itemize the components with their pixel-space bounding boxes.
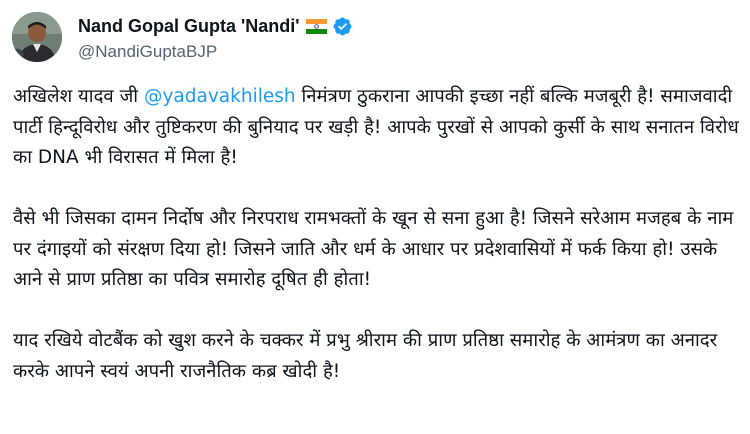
tweet-paragraph-3: याद रखिये वोटबैंक को खुश करने के चक्कर म… [13,330,718,382]
tweet-paragraph-1: अखिलेश यादव जी @yadavakhilesh निमंत्रण ठ… [13,82,745,174]
mention-link[interactable]: @yadavakhilesh [144,86,296,107]
tweet: Nand Gopal Gupta 'Nandi' @NandiGuptaBJP … [0,0,750,434]
india-flag-icon [305,18,327,34]
tweet-text: अखिलेश यादव जी @yadavakhilesh निमंत्रण ठ… [13,82,745,418]
tweet-header: Nand Gopal Gupta 'Nandi' @NandiGuptaBJP [78,14,740,62]
author-display-name[interactable]: Nand Gopal Gupta 'Nandi' [78,16,300,37]
author-handle[interactable]: @NandiGuptaBJP [78,42,740,62]
tweet-paragraph-2: वैसे भी जिसका दामन निर्दोष और निरपराध रा… [13,208,734,290]
verified-badge-icon[interactable] [332,16,353,37]
author-name-row: Nand Gopal Gupta 'Nandi' [78,14,740,38]
avatar[interactable] [12,12,62,62]
paragraph-text: अखिलेश यादव जी [13,86,144,107]
avatar-image [12,12,62,62]
